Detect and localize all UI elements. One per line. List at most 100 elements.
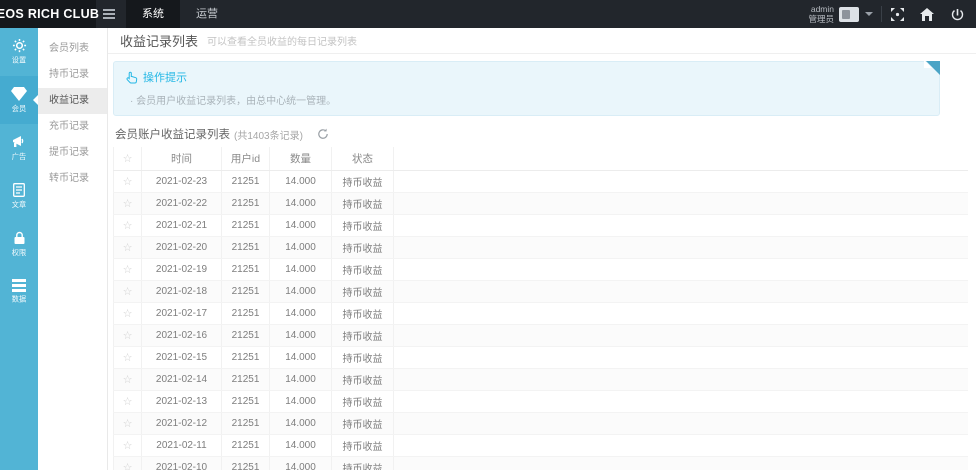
submenu-item-4[interactable]: 提币记录 [38, 140, 107, 166]
table-header-row: ☆ 时间用户id数量状态 [114, 147, 969, 170]
cell-qty: 14.000 [270, 368, 332, 390]
menu-toggle-button[interactable] [96, 0, 122, 28]
top-nav: 系统运营 [126, 0, 234, 28]
cell-status: 持币收益 [332, 390, 394, 412]
cell-star: ☆ [114, 368, 142, 390]
star-icon[interactable]: ☆ [123, 242, 133, 254]
cell-filler [394, 456, 969, 470]
table-row: ☆2021-02-212125114.000持币收益 [114, 214, 969, 236]
cell-qty: 14.000 [270, 302, 332, 324]
column-header-time[interactable]: 时间 [142, 147, 222, 170]
star-icon[interactable]: ☆ [123, 352, 133, 364]
star-icon[interactable]: ☆ [123, 308, 133, 320]
column-header-uid[interactable]: 用户id [222, 147, 270, 170]
cell-status: 持币收益 [332, 346, 394, 368]
star-icon[interactable]: ☆ [123, 264, 133, 276]
sidebar-item-lock[interactable]: 权限 [0, 220, 38, 268]
star-icon[interactable]: ☆ [123, 286, 133, 298]
submenu-item-2[interactable]: 收益记录 [38, 88, 107, 114]
top-nav-item-0[interactable]: 系统 [126, 0, 180, 28]
table-row: ☆2021-02-162125114.000持币收益 [114, 324, 969, 346]
star-icon[interactable]: ☆ [123, 220, 133, 232]
cell-filler [394, 214, 969, 236]
sidebar-item-document[interactable]: 文章 [0, 172, 38, 220]
star-icon[interactable]: ☆ [123, 198, 133, 210]
diamond-icon [11, 87, 27, 101]
cell-status: 持币收益 [332, 258, 394, 280]
home-button[interactable] [912, 0, 942, 28]
cell-star: ☆ [114, 324, 142, 346]
column-header-qty[interactable]: 数量 [270, 147, 332, 170]
cell-date: 2021-02-23 [142, 170, 222, 192]
alert-fold-corner[interactable] [926, 61, 940, 75]
star-icon[interactable]: ☆ [123, 440, 133, 452]
submenu-item-5[interactable]: 转币记录 [38, 166, 107, 192]
star-icon[interactable]: ☆ [123, 176, 133, 188]
alert-title-row: 操作提示 [126, 69, 929, 85]
submenu-sidebar: 会员列表持币记录收益记录充币记录提币记录转币记录 [38, 28, 108, 470]
sidebar-item-diamond[interactable]: 会员 [0, 76, 38, 124]
sidebar-item-label: 设置 [12, 56, 26, 66]
cell-date: 2021-02-11 [142, 434, 222, 456]
column-header-filler [394, 147, 969, 170]
refresh-button[interactable] [317, 128, 329, 140]
cell-star: ☆ [114, 390, 142, 412]
star-icon: ☆ [123, 153, 133, 165]
avatar[interactable] [839, 7, 859, 22]
caret-down-icon[interactable] [865, 12, 873, 16]
table-row: ☆2021-02-222125114.000持币收益 [114, 192, 969, 214]
document-icon [13, 183, 25, 197]
user-role: 管理员 [808, 14, 834, 24]
cell-status: 持币收益 [332, 280, 394, 302]
cell-date: 2021-02-10 [142, 456, 222, 470]
grid-icon [12, 279, 26, 292]
cell-qty: 14.000 [270, 258, 332, 280]
home-icon [920, 8, 934, 21]
top-nav-item-1[interactable]: 运营 [180, 0, 234, 28]
column-header-status[interactable]: 状态 [332, 147, 394, 170]
cell-filler [394, 192, 969, 214]
submenu-item-1[interactable]: 持币记录 [38, 62, 107, 88]
cell-filler [394, 412, 969, 434]
cell-filler [394, 346, 969, 368]
cell-uid: 21251 [222, 368, 270, 390]
star-icon[interactable]: ☆ [123, 374, 133, 386]
star-icon[interactable]: ☆ [123, 462, 133, 470]
main-content: 收益记录列表 可以查看全员收益的每日记录列表 操作提示 · 会员用户收益记录列表… [108, 28, 976, 470]
star-icon[interactable]: ☆ [123, 330, 133, 342]
table-row: ☆2021-02-202125114.000持币收益 [114, 236, 969, 258]
sidebar-item-megaphone[interactable]: 广告 [0, 124, 38, 172]
lock-icon [13, 231, 26, 245]
sidebar-item-grid[interactable]: 数据 [0, 268, 38, 316]
cell-date: 2021-02-20 [142, 236, 222, 258]
cell-star: ☆ [114, 456, 142, 470]
refresh-icon [317, 128, 329, 140]
cell-qty: 14.000 [270, 390, 332, 412]
power-icon [951, 8, 964, 21]
cell-star: ☆ [114, 170, 142, 192]
cell-star: ☆ [114, 236, 142, 258]
cell-uid: 21251 [222, 434, 270, 456]
logout-button[interactable] [942, 0, 972, 28]
fullscreen-button[interactable] [882, 0, 912, 28]
cell-qty: 14.000 [270, 434, 332, 456]
table-row: ☆2021-02-132125114.000持币收益 [114, 390, 969, 412]
sidebar-item-gear[interactable]: 设置 [0, 28, 38, 76]
cell-filler [394, 434, 969, 456]
table-row: ☆2021-02-112125114.000持币收益 [114, 434, 969, 456]
cell-uid: 21251 [222, 324, 270, 346]
star-icon[interactable]: ☆ [123, 418, 133, 430]
page-subtitle: 可以查看全员收益的每日记录列表 [207, 33, 357, 48]
star-icon[interactable]: ☆ [123, 396, 133, 408]
cell-date: 2021-02-14 [142, 368, 222, 390]
column-header-star[interactable]: ☆ [114, 147, 142, 170]
cell-filler [394, 324, 969, 346]
submenu-item-0[interactable]: 会员列表 [38, 36, 107, 62]
submenu-item-3[interactable]: 充币记录 [38, 114, 107, 140]
table-row: ☆2021-02-172125114.000持币收益 [114, 302, 969, 324]
fullscreen-icon [891, 8, 904, 21]
cell-filler [394, 258, 969, 280]
cell-qty: 14.000 [270, 456, 332, 470]
cell-status: 持币收益 [332, 192, 394, 214]
page-title: 收益记录列表 [120, 31, 198, 50]
